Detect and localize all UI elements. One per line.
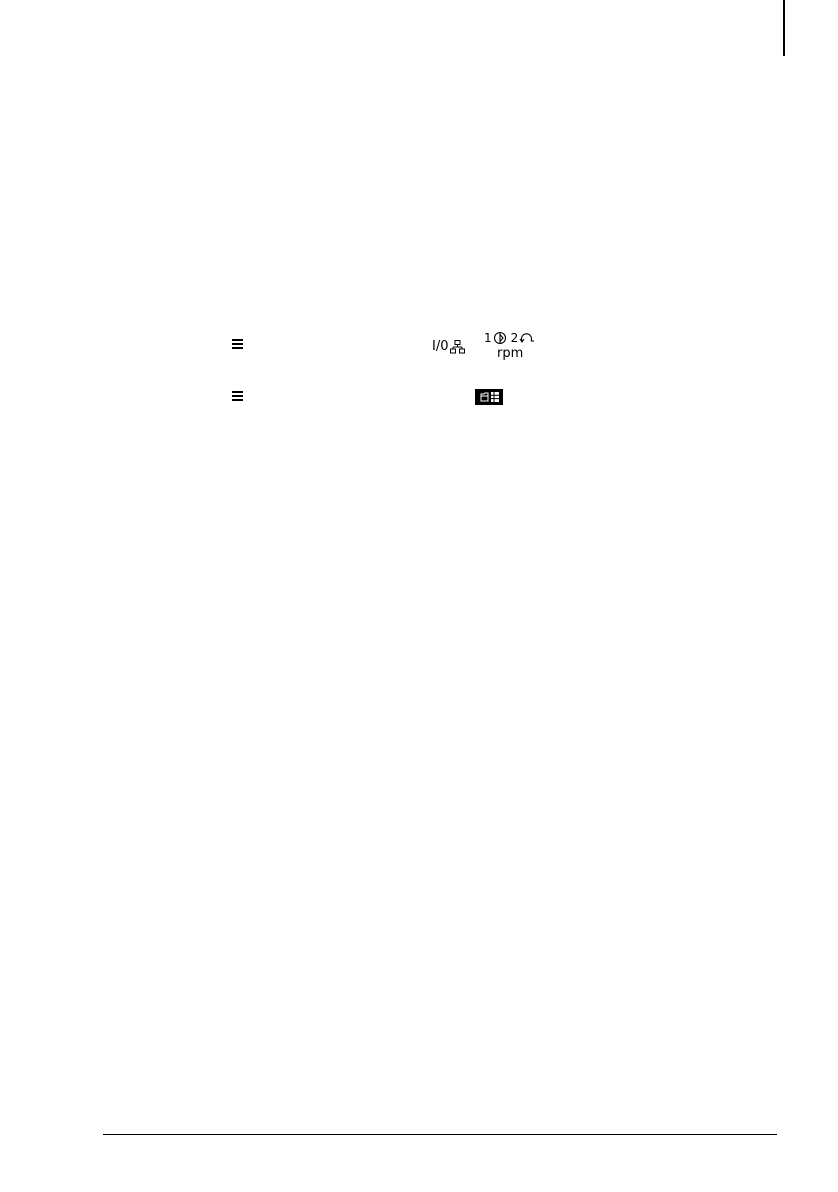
forward-number: 1 bbox=[484, 331, 492, 345]
menu-icon bbox=[232, 391, 243, 401]
network-icon bbox=[449, 340, 465, 354]
io-control-indicator: I/0 bbox=[432, 338, 466, 356]
parameters-icon bbox=[475, 389, 503, 405]
forward-rotation-icon bbox=[493, 331, 506, 345]
menu-icon bbox=[232, 339, 243, 349]
io-label: I/0 bbox=[432, 339, 449, 354]
footer-rule bbox=[103, 1134, 777, 1135]
reverse-rotation-icon bbox=[519, 333, 535, 343]
rpm-unit: rpm bbox=[497, 346, 524, 361]
top-margin-rule bbox=[783, 0, 785, 56]
reverse-number: 2 bbox=[510, 331, 519, 345]
direction-speed-indicator: 1 2 rpm bbox=[484, 330, 542, 362]
